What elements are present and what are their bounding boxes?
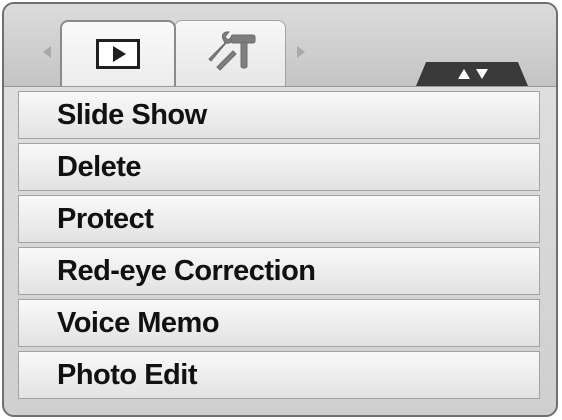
menu-item-label: Protect bbox=[57, 202, 154, 235]
menu-item-delete[interactable]: Delete bbox=[18, 143, 540, 191]
menu-item-protect[interactable]: Protect bbox=[18, 195, 540, 243]
tab-left-arrow-icon[interactable] bbox=[43, 46, 51, 58]
menu-item-label: Red-eye Correction bbox=[57, 254, 316, 287]
up-arrow-icon bbox=[458, 69, 470, 79]
up-down-arrows-icon bbox=[416, 62, 528, 86]
camera-menu-screen: Slide Show Delete Protect Red-eye Correc… bbox=[2, 2, 558, 417]
menu-header bbox=[4, 4, 556, 87]
menu-item-label: Delete bbox=[57, 150, 142, 183]
menu-list: Slide Show Delete Protect Red-eye Correc… bbox=[18, 91, 540, 403]
tab-setup[interactable] bbox=[174, 20, 286, 86]
menu-item-red-eye-correction[interactable]: Red-eye Correction bbox=[18, 247, 540, 295]
menu-item-voice-memo[interactable]: Voice Memo bbox=[18, 299, 540, 347]
menu-item-slide-show[interactable]: Slide Show bbox=[18, 91, 540, 139]
tab-right-arrow-icon[interactable] bbox=[297, 46, 305, 58]
menu-item-label: Slide Show bbox=[57, 98, 207, 131]
menu-item-label: Voice Memo bbox=[57, 306, 220, 339]
menu-item-photo-edit[interactable]: Photo Edit bbox=[18, 351, 540, 399]
down-arrow-icon bbox=[476, 69, 488, 79]
tools-icon bbox=[208, 31, 256, 71]
tab-playback[interactable] bbox=[60, 20, 176, 86]
play-icon bbox=[96, 39, 140, 69]
menu-item-label: Photo Edit bbox=[57, 358, 197, 391]
